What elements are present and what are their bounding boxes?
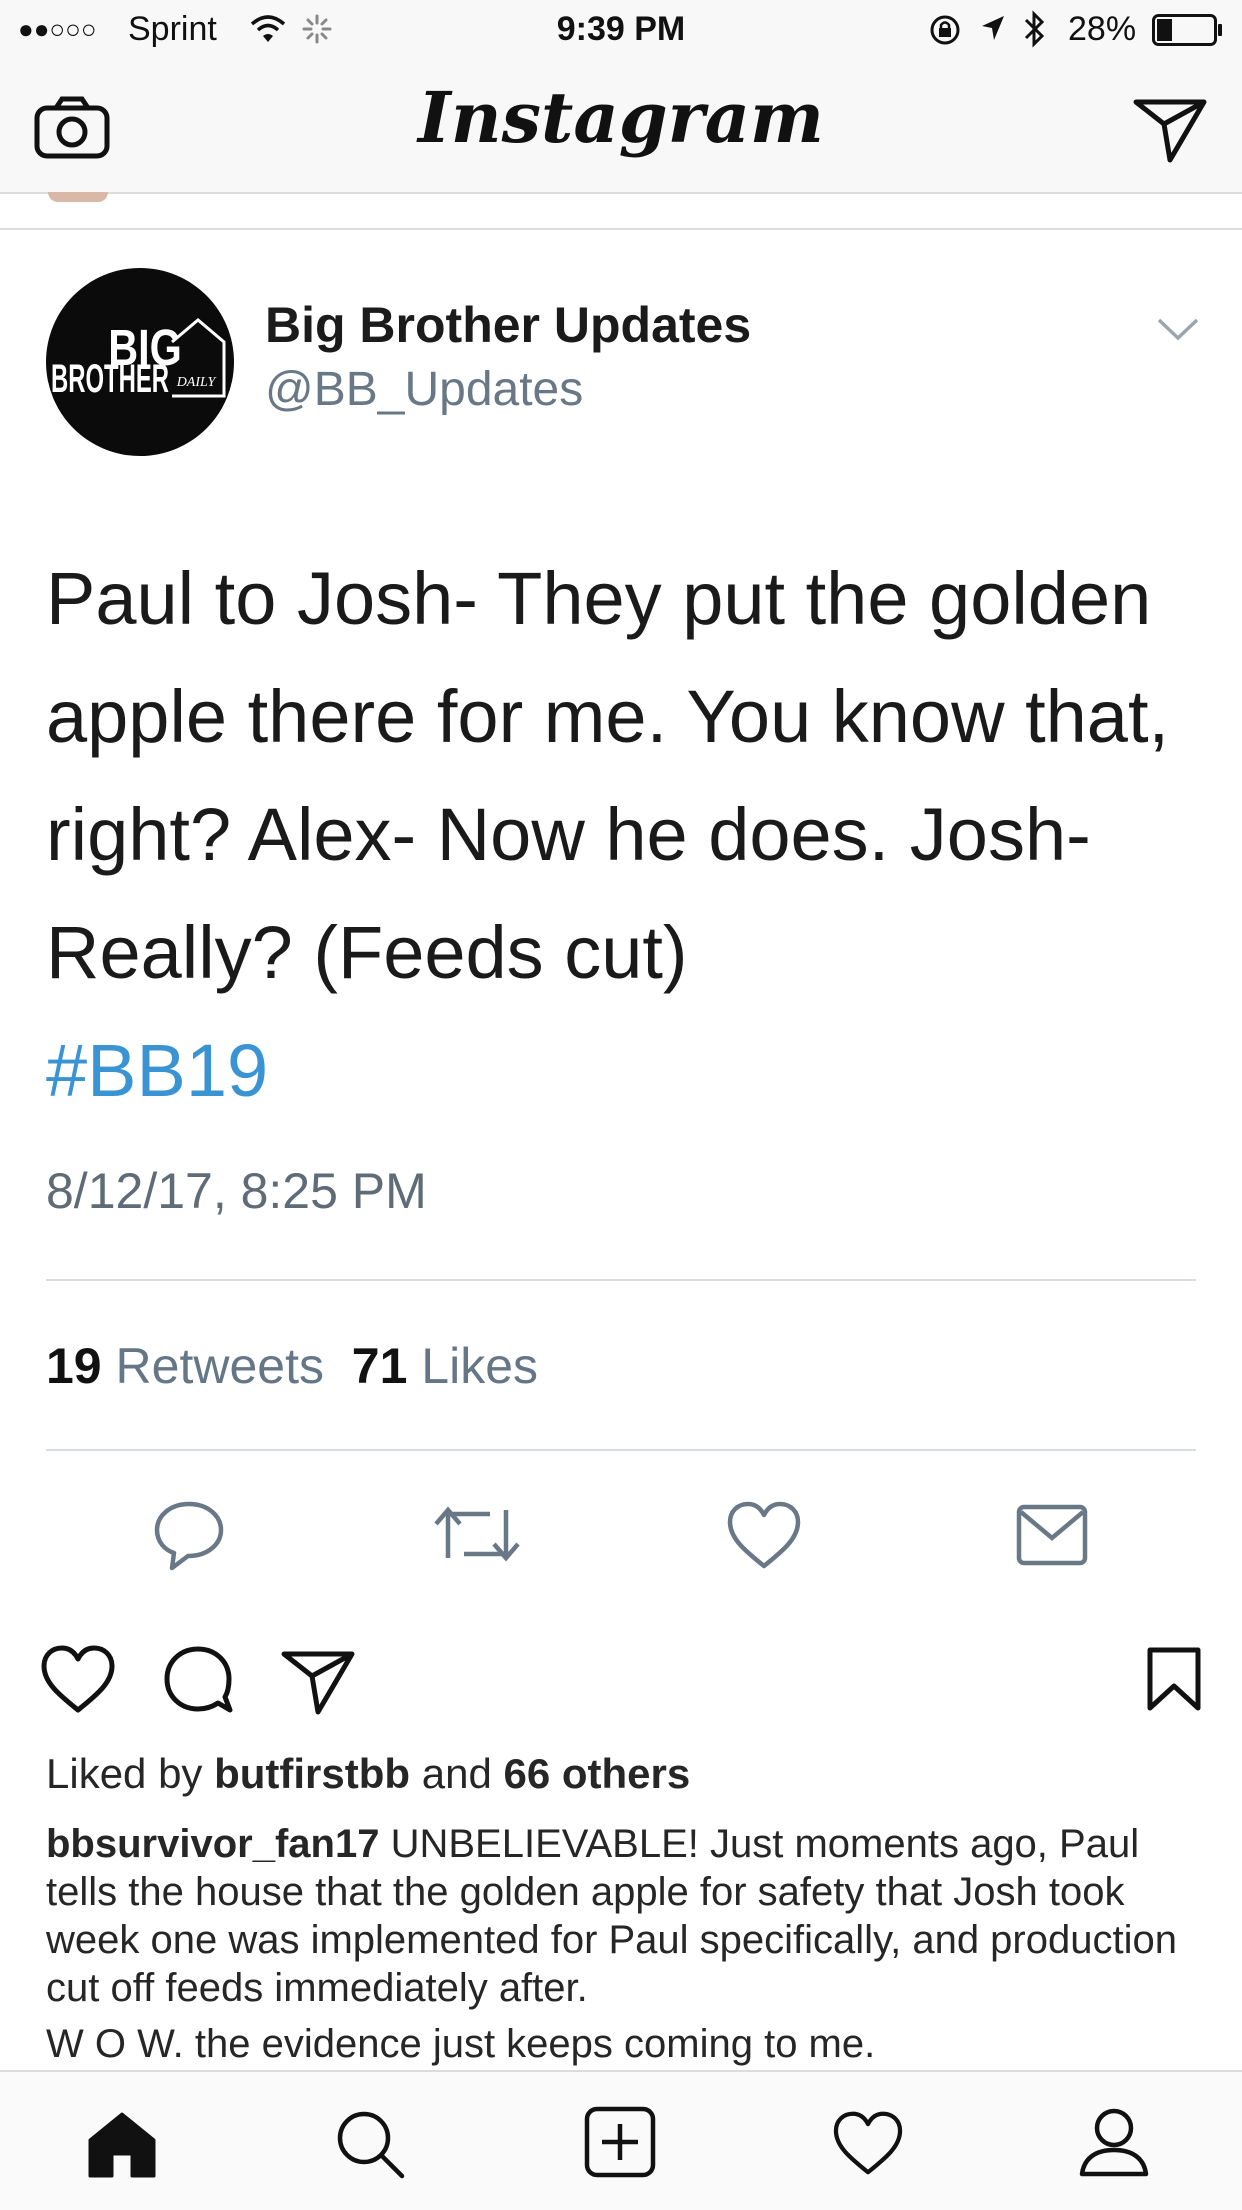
mail-icon [1016,1504,1088,1566]
activity-icon[interactable] [832,2110,904,2176]
post-caption: bbsurvivor_fan17 UNBELIEVABLE! Just mome… [46,1820,1206,2012]
add-post-icon[interactable] [584,2106,656,2178]
tweet-date: 8/12/17, 8:25 PM [46,1163,427,1219]
reply-icon [152,1498,226,1572]
profile-icon[interactable] [1078,2106,1150,2178]
app-logo: Instagram [418,76,824,159]
liked-by-user[interactable]: butfirstbb [214,1750,410,1797]
tweet-body: Paul to Josh- They put the golden apple … [46,540,1196,1130]
battery-percent: 28% [1068,10,1137,48]
post-divider [0,228,1242,230]
bottom-tab-bar [0,2070,1242,2210]
tweet-avatar: BIG BROTHER DAILY [46,268,234,456]
tweet-divider [46,1279,1196,1281]
tweet-author-handle: @BB_Updates [265,363,584,416]
liked-by-prefix: Liked by [46,1750,203,1797]
tweet-divider [46,1449,1196,1451]
chevron-down-icon [1156,316,1200,342]
location-icon [980,14,1006,44]
home-icon[interactable] [86,2110,158,2178]
search-icon[interactable] [334,2108,406,2180]
retweet-label: Retweets [115,1338,324,1394]
battery-icon [1152,14,1224,46]
retweet-count: 19 [46,1338,102,1394]
likes-count: 71 [351,1338,408,1394]
bluetooth-icon [1022,10,1046,48]
direct-message-icon[interactable] [1132,96,1208,164]
tweet-stats: 19 Retweets 71 Likes [46,1337,538,1395]
avatar-text-daily: DAILY [176,375,218,390]
comment-icon[interactable] [162,1644,234,1716]
bookmark-icon[interactable] [1146,1646,1202,1712]
orientation-lock-icon [928,14,962,46]
avatar-text-brother: BROTHER [51,357,169,401]
tweet-hashtag: #BB19 [46,1029,269,1112]
status-bar: ●●○○○ Sprint 9:39 PM 28% [0,0,1242,60]
top-nav-bar: Instagram [0,60,1242,194]
caption-second-line: W O W. the evidence just keeps coming to… [46,2022,876,2066]
liked-by-and: and [421,1750,492,1797]
heart-icon[interactable] [40,1644,116,1714]
likes-label: Likes [421,1338,539,1394]
share-icon[interactable] [280,1648,356,1716]
liked-by-others[interactable]: 66 others [503,1750,690,1797]
caption-username[interactable]: bbsurvivor_fan17 [46,1822,379,1866]
liked-by: Liked by butfirstbb and 66 others [46,1750,690,1798]
previous-post-avatar [48,192,108,202]
retweet-icon [432,1502,522,1566]
clock: 9:39 PM [556,10,686,48]
tweet-author-name: Big Brother Updates [265,297,752,353]
tweet-text: Paul to Josh- They put the golden apple … [46,557,1170,994]
like-icon [726,1500,802,1570]
